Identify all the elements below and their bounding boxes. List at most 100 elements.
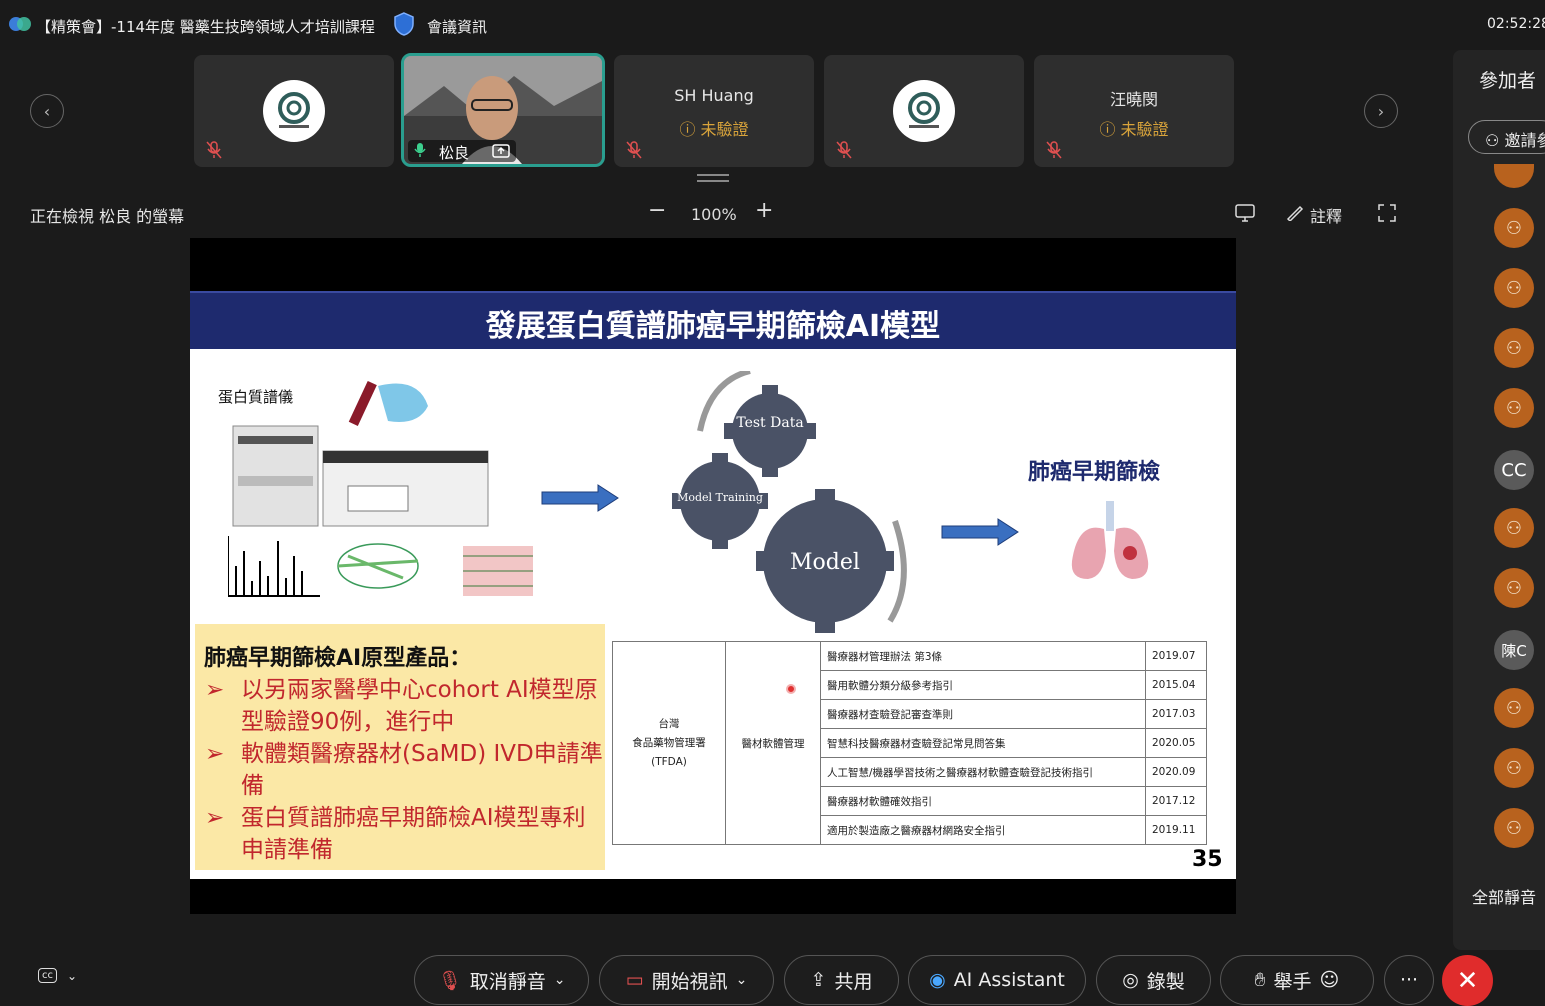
- mute-all-button[interactable]: 全部靜音: [1472, 884, 1536, 908]
- sharing-icon: [492, 143, 510, 162]
- invite-button[interactable]: ⚇ 邀請參: [1468, 120, 1545, 154]
- model-gears-illustration: Test Data Model Training Model: [672, 371, 907, 633]
- screening-title: 肺癌早期篩檢: [1028, 460, 1161, 485]
- resize-handle[interactable]: [697, 174, 729, 186]
- person-icon: ⚇: [1505, 517, 1523, 539]
- slide-header: 發展蛋白質譜肺癌早期篩檢AI模型: [190, 291, 1236, 349]
- person-icon: ⚇: [1505, 757, 1523, 779]
- regulation-name: 適用於製造廠之醫療器材網路安全指引: [820, 815, 1146, 845]
- participant-avatar[interactable]: ⚇: [1494, 268, 1534, 308]
- share-icon: ⇪: [810, 969, 827, 991]
- meeting-info-link[interactable]: 會議資訊: [427, 16, 487, 37]
- ai-assistant-button[interactable]: ◉ AI Assistant: [908, 955, 1086, 1005]
- meeting-clock: 02:52:28: [1487, 16, 1545, 32]
- chevron-down-icon: ⌄: [67, 968, 78, 983]
- strip-next-button[interactable]: ›: [1364, 94, 1398, 128]
- chevron-down-icon: ⌄: [735, 972, 748, 988]
- participant-avatar[interactable]: ⚇: [1494, 328, 1534, 368]
- chevron-right-icon: ›: [1377, 101, 1385, 121]
- zoom-out-button[interactable]: −: [648, 198, 666, 223]
- meeting-title: 【精策會】-114年度 醫藥生技跨領域人才培訓課程: [36, 18, 375, 36]
- fullscreen-icon[interactable]: [1378, 204, 1396, 226]
- regulation-name: 智慧科技醫療器材查驗登記常見問答集: [820, 728, 1146, 758]
- mic-muted-icon: [626, 141, 642, 163]
- regulation-date: 2015.04: [1145, 670, 1207, 700]
- pop-out-icon[interactable]: [1235, 204, 1255, 226]
- regulation-date: 2020.09: [1145, 757, 1207, 787]
- regulation-name: 醫療器材查驗登記審查準則: [820, 699, 1146, 729]
- video-off-icon: ▭: [625, 969, 644, 991]
- captions-icon: cc: [38, 968, 57, 983]
- mic-muted-icon: [206, 141, 222, 163]
- mic-on-icon: [414, 142, 426, 162]
- participant-avatar[interactable]: ⚇: [1494, 688, 1534, 728]
- more-options-button[interactable]: ···: [1384, 955, 1434, 1005]
- participant-tile[interactable]: SH Huang ⓘ 未驗證: [614, 55, 814, 167]
- person-icon: ⚇: [1505, 217, 1523, 239]
- close-icon: ✕: [1456, 965, 1479, 996]
- regulation-date: 2020.05: [1145, 728, 1207, 758]
- mic-muted-icon: [1046, 141, 1062, 163]
- regulation-table: 台灣 食品藥物管理署 (TFDA) 醫材軟體管理 醫療器材管理辦法 第3條 2019…: [612, 641, 1207, 845]
- regulation-name: 醫療器材軟體確效指引: [820, 786, 1146, 816]
- pointer-dot: [786, 684, 796, 694]
- gear-label-training: Model Training: [677, 491, 763, 504]
- regulation-date: 2019.07: [1145, 641, 1207, 671]
- viewing-share-label: 正在檢視 松良 的螢幕: [30, 207, 185, 226]
- record-icon: ◎: [1122, 969, 1139, 991]
- participant-tile[interactable]: 汪曉閔 ⓘ 未驗證: [1034, 55, 1234, 167]
- participant-avatar[interactable]: ⚇: [1494, 208, 1534, 248]
- participant-avatar[interactable]: 陳C: [1494, 630, 1534, 670]
- person-icon: ⚇: [1505, 397, 1523, 419]
- participant-tile[interactable]: [194, 55, 394, 167]
- regulation-date: 2017.03: [1145, 699, 1207, 729]
- regulation-date: 2019.11: [1145, 815, 1207, 845]
- unverified-status: ⓘ 未驗證: [679, 120, 749, 139]
- shield-icon[interactable]: [393, 12, 415, 36]
- person-icon: ⚇: [1505, 577, 1523, 599]
- hand-icon: ✋︎: [1254, 969, 1266, 991]
- arrow-right-icon: [941, 518, 1019, 546]
- participants-title: 參加者: [1479, 70, 1537, 92]
- chevron-left-icon: ‹: [43, 101, 51, 121]
- participant-name: 松良: [439, 144, 470, 162]
- product-heading: 肺癌早期篩檢AI原型產品：: [204, 646, 472, 671]
- person-icon: ⚇: [1505, 817, 1523, 839]
- share-button[interactable]: ⇪ 共用: [784, 955, 899, 1005]
- mic-muted-icon: [836, 141, 852, 163]
- regulation-name: 醫用軟體分類分級參考指引: [820, 670, 1146, 700]
- captions-control[interactable]: cc ⌄: [38, 968, 77, 983]
- arrow-right-icon: [541, 484, 619, 512]
- lung-icon: [1071, 501, 1149, 579]
- agency-cell: 台灣 食品藥物管理署 (TFDA): [612, 641, 726, 845]
- raise-hand-button[interactable]: ✋︎ 舉手 ☺: [1220, 955, 1374, 1005]
- participant-avatar[interactable]: CC: [1494, 450, 1534, 490]
- leave-meeting-button[interactable]: ✕: [1442, 955, 1493, 1006]
- chevron-down-icon: ⌄: [553, 972, 566, 988]
- active-speaker-tile[interactable]: 松良: [401, 53, 605, 167]
- start-video-button[interactable]: ▭ 開始視訊 ⌄: [599, 955, 774, 1005]
- participant-tile[interactable]: [824, 55, 1024, 167]
- participant-avatar[interactable]: ⚇: [1494, 388, 1534, 428]
- participant-avatar[interactable]: ⚇: [1494, 808, 1534, 848]
- slide-title: 發展蛋白質譜肺癌早期篩檢AI模型: [485, 309, 941, 344]
- participant-avatar[interactable]: ⚇: [1494, 568, 1534, 608]
- reaction-icon: ☺: [1319, 969, 1340, 991]
- participant-avatar[interactable]: ⚇: [1494, 508, 1534, 548]
- regulation-name: 人工智慧/機器學習技術之醫療器材軟體查驗登記技術指引: [820, 757, 1146, 787]
- annotate-button[interactable]: 註釋: [1310, 203, 1342, 227]
- person-icon: ⚇: [1505, 697, 1523, 719]
- zoom-in-button[interactable]: +: [755, 198, 773, 223]
- slide-number: 35: [1192, 847, 1223, 872]
- strip-prev-button[interactable]: ‹: [30, 94, 64, 128]
- gear-label-test: Test Data: [736, 415, 803, 431]
- zoom-level: 100%: [691, 205, 737, 224]
- annotate-icon: [1286, 205, 1304, 225]
- record-button[interactable]: ◎ 錄製: [1096, 955, 1211, 1005]
- mass-spectrometer-illustration: [228, 380, 533, 597]
- product-summary-box: 肺癌早期篩檢AI原型產品： ➢ 以另兩家醫學中心cohort AI模型原型驗證90…: [195, 624, 605, 870]
- unmute-button[interactable]: 🎙︎ 取消靜音 ⌄: [414, 955, 589, 1005]
- gear-label-model: Model: [790, 550, 860, 575]
- participant-avatar[interactable]: ⚇: [1494, 748, 1534, 788]
- organization-logo: [893, 80, 955, 142]
